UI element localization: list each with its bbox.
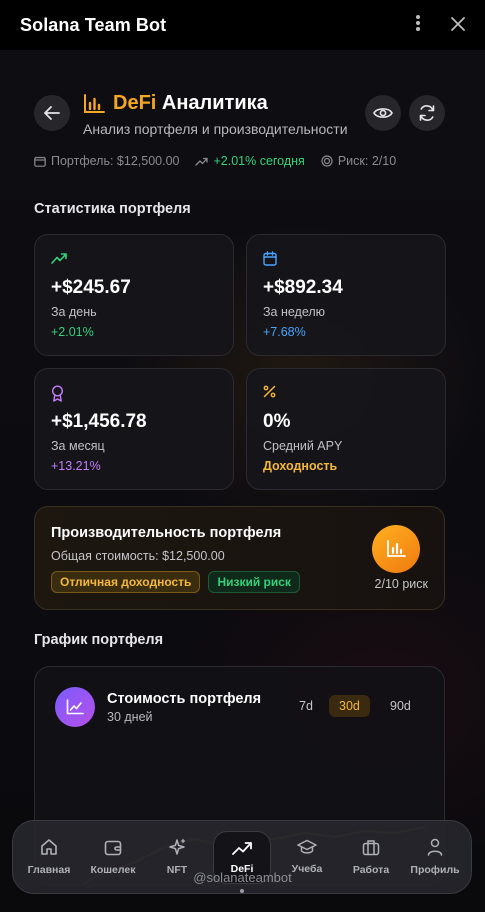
page-title: DeFi Аналитика — [83, 92, 268, 115]
percent-icon — [263, 385, 276, 398]
chart-title: Стоимость портфеля — [107, 691, 262, 707]
stats-section-title: Статистика портфеля — [34, 201, 191, 217]
stat-label: Средний APY — [263, 439, 343, 453]
wallet-icon — [34, 156, 46, 167]
trending-up-icon — [232, 841, 252, 855]
stat-delta: +7.68% — [263, 325, 306, 339]
trending-up-icon — [51, 253, 67, 264]
title-accent: DeFi — [113, 92, 157, 114]
range-7d[interactable]: 7d — [289, 695, 323, 717]
more-vertical-icon[interactable] — [415, 14, 421, 36]
stat-value: +$1,456.78 — [51, 411, 147, 432]
sparkles-icon — [169, 838, 186, 855]
award-icon — [51, 385, 64, 402]
stat-card-week[interactable]: +$892.34 За неделю +7.68% — [246, 234, 446, 356]
stat-value: 0% — [263, 411, 291, 432]
stat-card-day[interactable]: +$245.67 За день +2.01% — [34, 234, 234, 356]
stat-card-apy[interactable]: 0% Средний APY Доходность — [246, 368, 446, 490]
stat-delta: +2.01% — [51, 325, 94, 339]
calendar-icon — [263, 251, 277, 266]
daily-change: +2.01% сегодня — [213, 154, 305, 168]
portfolio-meta: Портфель: $12,500.00 +2.01% сегодня Риск… — [34, 154, 396, 168]
stat-label: За день — [51, 305, 97, 319]
active-indicator — [240, 888, 244, 893]
chart-icon-circle — [55, 687, 95, 727]
trending-up-icon — [195, 157, 209, 166]
user-icon — [427, 838, 443, 856]
stat-card-month[interactable]: +$1,456.78 За месяц +13.21% — [34, 368, 234, 490]
stat-value: +$245.67 — [51, 277, 131, 298]
page-subtitle: Анализ портфеля и производительности — [83, 121, 348, 137]
briefcase-icon — [362, 839, 380, 855]
stat-label: За месяц — [51, 439, 105, 453]
range-90d[interactable]: 90d — [380, 695, 421, 717]
line-chart-icon — [66, 699, 84, 715]
refresh-icon — [419, 105, 435, 121]
stat-delta: +13.21% — [51, 459, 101, 473]
page-content: DeFi Аналитика Анализ портфеля и произво… — [0, 50, 485, 912]
title-rest: Аналитика — [161, 92, 268, 114]
bot-handle: @solanateambot — [193, 870, 292, 885]
risk-score: 2/10 риск — [374, 577, 428, 591]
home-icon — [41, 839, 57, 855]
yield-badge: Отличная доходность — [51, 571, 201, 593]
portfolio-value: Портфель: $12,500.00 — [51, 154, 180, 168]
wallet-icon — [104, 840, 122, 855]
bar-chart-icon — [84, 93, 105, 113]
eye-icon — [373, 108, 393, 118]
bar-chart-icon — [387, 540, 406, 557]
window-titlebar: Solana Team Bot — [0, 0, 485, 50]
stat-delta: Доходность — [263, 459, 338, 473]
performance-icon-circle — [372, 525, 420, 573]
visibility-button[interactable] — [365, 95, 401, 131]
stat-label: За неделю — [263, 305, 326, 319]
range-30d[interactable]: 30d — [329, 695, 370, 717]
window-title: Solana Team Bot — [20, 14, 167, 35]
performance-card[interactable]: Производительность портфеля Общая стоимо… — [34, 506, 445, 610]
risk-level: Риск: 2/10 — [337, 154, 397, 168]
target-icon — [321, 155, 333, 167]
close-icon[interactable] — [451, 15, 465, 35]
graduation-cap-icon — [297, 839, 317, 854]
chart-subtitle: 30 дней — [107, 710, 153, 724]
arrow-left-icon — [44, 106, 60, 120]
performance-title: Производительность портфеля — [51, 525, 282, 541]
chart-section-title: График портфеля — [34, 632, 164, 648]
refresh-button[interactable] — [409, 95, 445, 131]
back-button[interactable] — [34, 95, 70, 131]
stat-value: +$892.34 — [263, 277, 343, 298]
risk-badge: Низкий риск — [208, 571, 300, 593]
